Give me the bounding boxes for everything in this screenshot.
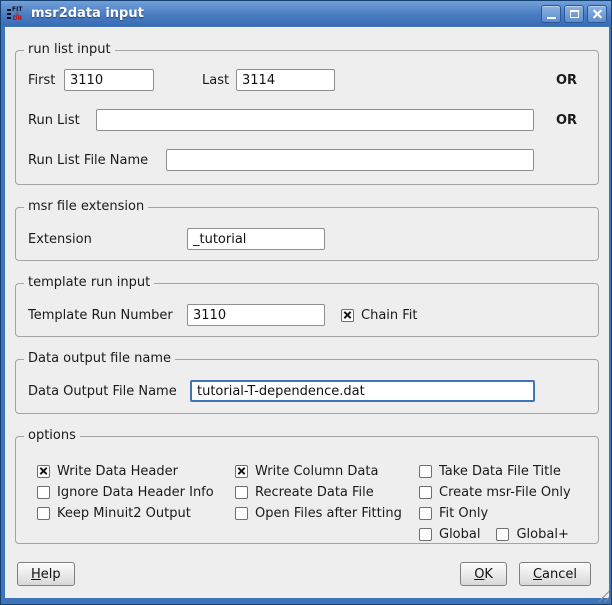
or-label-1: OR xyxy=(556,73,586,88)
extension-label: Extension xyxy=(28,232,187,247)
option-label: Global+ xyxy=(516,527,568,542)
run-list-label: Run List xyxy=(28,113,96,128)
option-label: Create msr-File Only xyxy=(439,485,571,500)
dialog-content: run list input First Last OR Run List OR… xyxy=(5,27,609,598)
checkbox-icon xyxy=(235,507,248,520)
help-button[interactable]: Help xyxy=(17,562,75,586)
option-label: Write Column Data xyxy=(255,464,378,479)
checkbox-icon xyxy=(235,465,248,478)
option-label: Recreate Data File xyxy=(255,485,374,500)
data-output-file-name-input[interactable] xyxy=(190,380,535,402)
checkbox-icon xyxy=(419,465,432,478)
chain-fit-label: Chain Fit xyxy=(361,308,418,323)
option-label: Fit Only xyxy=(439,506,488,521)
option-label: Take Data File Title xyxy=(439,464,561,479)
group-title-output: Data output file name xyxy=(24,351,175,366)
titlebar[interactable]: FIT ↓ DB msr2data input xyxy=(1,1,611,26)
run-list-input[interactable] xyxy=(96,109,534,131)
group-template-run-input: template run input Template Run Number C… xyxy=(15,283,599,337)
extension-input[interactable] xyxy=(187,228,325,250)
close-button[interactable] xyxy=(587,5,607,23)
checkbox-icon xyxy=(37,465,50,478)
minimize-button[interactable] xyxy=(541,5,561,23)
option-write-data-header[interactable]: Write Data Header xyxy=(37,461,235,482)
checkbox-icon xyxy=(419,528,432,541)
template-run-number-input[interactable] xyxy=(187,304,325,326)
icon-db-text: DB xyxy=(12,16,22,21)
option-keep-minuit2-output[interactable]: Keep Minuit2 Output xyxy=(37,503,235,524)
group-title-run-list: run list input xyxy=(24,42,115,57)
option-create-msr-file-only[interactable]: Create msr-File Only xyxy=(419,482,571,503)
first-label: First xyxy=(28,73,64,88)
option-open-files-after-fitting[interactable]: Open Files after Fitting xyxy=(235,503,419,524)
checkbox-icon xyxy=(496,528,509,541)
checkbox-icon xyxy=(419,507,432,520)
group-title-template: template run input xyxy=(24,275,154,290)
checkbox-icon xyxy=(341,309,354,322)
first-run-input[interactable] xyxy=(64,69,154,91)
checkbox-icon xyxy=(37,486,50,499)
run-list-file-name-label: Run List File Name xyxy=(28,153,166,168)
option-take-data-file-title[interactable]: Take Data File Title xyxy=(419,461,571,482)
group-run-list-input: run list input First Last OR Run List OR… xyxy=(15,50,599,185)
last-label: Last xyxy=(202,73,236,88)
checkbox-icon xyxy=(37,507,50,520)
run-list-file-name-input[interactable] xyxy=(166,149,534,171)
msr2data-dialog-window: FIT ↓ DB msr2data input run list input F… xyxy=(0,0,612,605)
option-write-column-data[interactable]: Write Column Data xyxy=(235,461,419,482)
option-label: Ignore Data Header Info xyxy=(57,485,214,500)
file-lines-icon xyxy=(7,9,11,19)
or-label-2: OR xyxy=(556,113,586,128)
option-fit-only[interactable]: Fit Only xyxy=(419,503,571,524)
msr2data-app-icon: FIT ↓ DB xyxy=(7,5,24,22)
last-run-input[interactable] xyxy=(236,69,335,91)
ok-button[interactable]: OK xyxy=(460,562,507,586)
group-options: options Write Data Header Ignore Data He… xyxy=(15,436,599,544)
option-ignore-data-header-info[interactable]: Ignore Data Header Info xyxy=(37,482,235,503)
window-title: msr2data input xyxy=(31,6,541,21)
footer-button-bar: Help OK Cancel xyxy=(17,562,591,586)
checkbox-icon xyxy=(419,486,432,499)
group-data-output-file-name: Data output file name Data Output File N… xyxy=(15,359,599,414)
option-global-plus[interactable]: Global+ xyxy=(496,524,568,545)
option-label: Global xyxy=(439,527,480,542)
group-msr-file-extension: msr file extension Extension xyxy=(15,207,599,261)
group-title-extension: msr file extension xyxy=(24,199,148,214)
option-label: Open Files after Fitting xyxy=(255,506,402,521)
template-run-number-label: Template Run Number xyxy=(28,308,187,323)
chain-fit-checkbox[interactable]: Chain Fit xyxy=(341,308,418,323)
group-title-options: options xyxy=(24,428,80,443)
checkbox-icon xyxy=(235,486,248,499)
option-label: Keep Minuit2 Output xyxy=(57,506,191,521)
cancel-button[interactable]: Cancel xyxy=(519,562,591,586)
option-label: Write Data Header xyxy=(57,464,178,479)
option-recreate-data-file[interactable]: Recreate Data File xyxy=(235,482,419,503)
data-output-file-name-label: Data Output File Name xyxy=(28,384,190,399)
maximize-button[interactable] xyxy=(564,5,584,23)
option-global[interactable]: Global xyxy=(419,524,480,545)
